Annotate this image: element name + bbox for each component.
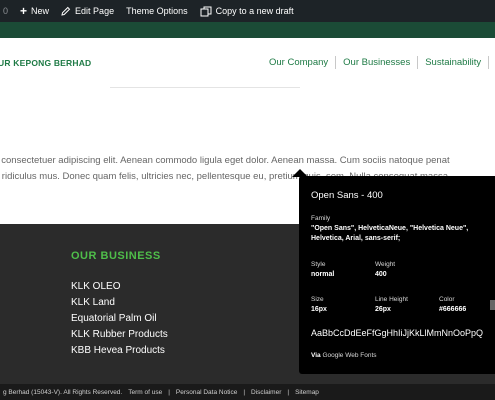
copyright-bar: g Berhad (15043-V). All Rights Reserved.…	[0, 384, 495, 400]
family-value: Helvetica, Arial, sans-serif;	[311, 235, 401, 242]
font-inspector-tooltip: Open Sans - 400 Family "Open Sans", Helv…	[299, 176, 495, 374]
line-height-label: Line Height	[375, 296, 408, 303]
site-header: UR KEPONG BERHAD Our Company Our Busines…	[0, 38, 495, 88]
copy-draft-label: Copy to a new draft	[215, 6, 294, 16]
weight-label: Weight	[375, 261, 396, 268]
comment-count[interactable]: 0	[0, 6, 14, 16]
style-value: normal	[311, 271, 335, 278]
footer-link-sitemap[interactable]: Sitemap	[292, 389, 322, 396]
business-link-klk-land[interactable]: KLK Land	[71, 295, 168, 311]
business-list: KLK OLEO KLK Land Equatorial Palm Oil KL…	[71, 279, 168, 359]
nav-our-businesses[interactable]: Our Businesses	[336, 57, 417, 69]
new-button[interactable]: + New	[14, 0, 55, 22]
top-green-strip	[0, 22, 495, 38]
edit-page-button[interactable]: Edit Page	[55, 0, 120, 22]
our-business-heading: OUR BUSINESS	[71, 250, 161, 262]
business-link-equatorial-palm-oil[interactable]: Equatorial Palm Oil	[71, 311, 168, 327]
weight-value: 400	[375, 271, 387, 278]
business-link-klk-rubber-products[interactable]: KLK Rubber Products	[71, 327, 168, 343]
copy-icon	[200, 6, 212, 17]
site-logo[interactable]: UR KEPONG BERHAD	[0, 58, 91, 68]
plus-icon: +	[20, 3, 28, 18]
edit-page-label: Edit Page	[75, 6, 115, 16]
style-label: Style	[311, 261, 326, 268]
via-label: Via	[311, 352, 321, 359]
footer-link-disclaimer[interactable]: Disclaimer	[248, 389, 284, 396]
font-name-heading: Open Sans - 400	[311, 190, 383, 201]
footer-separator: |	[168, 388, 170, 396]
color-value: #666666	[439, 306, 467, 313]
nav-divider	[488, 56, 490, 69]
admin-bar: 0 + New Edit Page Theme Options Copy to …	[0, 0, 495, 22]
nav-sustainability[interactable]: Sustainability	[418, 57, 488, 69]
body-line: , consectetuer adipiscing elit. Aenean c…	[0, 155, 450, 166]
new-label: New	[31, 6, 50, 16]
theme-options-button[interactable]: Theme Options	[120, 0, 194, 22]
font-source: Via Google Web Fonts	[311, 352, 377, 359]
family-label: Family	[311, 215, 331, 222]
size-value: 16px	[311, 306, 327, 313]
theme-options-label: Theme Options	[126, 6, 188, 16]
font-sample: AaBbCcDdEeFfGgHhIiJjKkLlMmNnOoPpQ	[311, 328, 484, 338]
pencil-icon	[61, 6, 71, 16]
business-link-klk-oleo[interactable]: KLK OLEO	[71, 279, 168, 295]
nav-our-company[interactable]: Our Company	[262, 57, 335, 69]
footer-separator: |	[243, 388, 246, 396]
color-label: Color	[439, 296, 455, 303]
footer-link-personal-data-notice[interactable]: Personal Data Notice	[173, 389, 240, 396]
footer-link-term-of-use[interactable]: Term of use	[125, 389, 165, 396]
copy-draft-button[interactable]: Copy to a new draft	[194, 0, 300, 22]
footer-separator: |	[287, 388, 290, 396]
business-link-kbb-hevea-products[interactable]: KBB Hevea Products	[71, 343, 168, 359]
family-value: "Open Sans", HelveticaNeue, "Helvetica N…	[311, 225, 469, 232]
header-divider	[110, 87, 300, 88]
size-label: Size	[311, 296, 324, 303]
main-nav: Our Company Our Businesses Sustainabilit…	[262, 56, 490, 69]
copyright-text: g Berhad (15043-V). All Rights Reserved.	[3, 388, 123, 396]
font-source-link[interactable]: Google Web Fonts	[322, 352, 376, 359]
line-height-value: 26px	[375, 306, 391, 313]
color-swatch	[490, 300, 495, 310]
